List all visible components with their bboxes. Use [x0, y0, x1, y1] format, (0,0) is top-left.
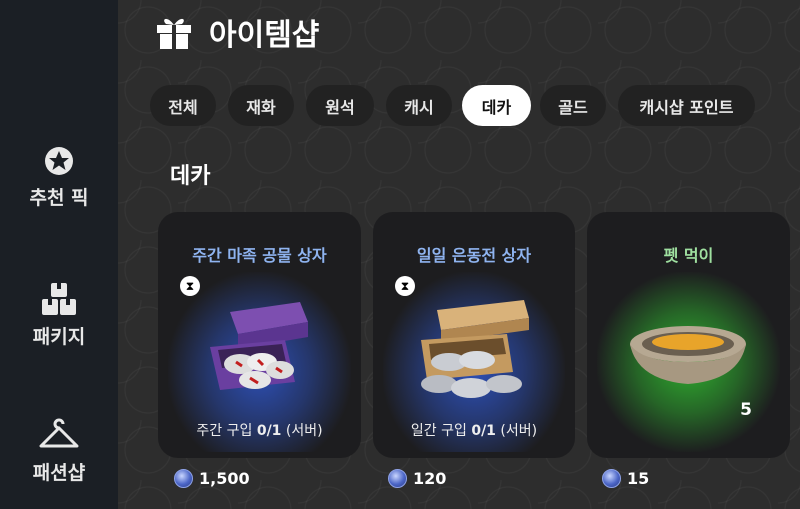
page-header: 아이템샵 — [155, 10, 319, 54]
hourglass-icon: ⧗ — [180, 276, 200, 296]
limit-suffix: (서버) — [281, 423, 323, 439]
tab-gem[interactable]: 원석 — [306, 85, 374, 126]
purchase-limit: 주간 구입 0/1 (서버) — [158, 420, 361, 440]
product-name: 일일 은동전 상자 — [416, 246, 532, 265]
silver-coin-box-image — [421, 300, 529, 398]
tab-label: 캐시 — [404, 97, 434, 117]
tab-cash[interactable]: 캐시 — [386, 85, 452, 126]
limit-suffix: (서버) — [495, 423, 538, 439]
product-card[interactable]: 일일 은동전 상자 ⧗ 일간 구입 0/1 (서버) — [373, 212, 575, 458]
deca-coin-icon — [388, 469, 407, 488]
purchase-limit: 일간 구입 0/1 (서버) — [373, 420, 575, 440]
product-card[interactable]: 주간 마족 공물 상자 ⧗ 주간 구입 0/1 (서버) — [158, 212, 361, 458]
limit-count: 0/1 — [256, 423, 282, 439]
price-value: 120 — [413, 469, 447, 488]
sidebar: 추천 픽 패키지 패션샵 — [0, 0, 118, 509]
pet-food-bowl-image — [630, 326, 746, 384]
deca-coin-icon — [602, 469, 621, 488]
tab-deca[interactable]: 데카 — [462, 85, 531, 126]
sidebar-item-recommended[interactable]: 추천 픽 — [0, 145, 118, 210]
tab-currency[interactable]: 재화 — [228, 85, 294, 126]
tab-label: 골드 — [558, 97, 588, 117]
limit-count: 0/1 — [471, 423, 496, 439]
section-title: 데카 — [170, 164, 211, 189]
tab-label: 데카 — [481, 97, 512, 117]
tab-label: 전체 — [168, 97, 198, 117]
price-value: 1,500 — [199, 469, 250, 488]
product-card[interactable]: 펫 먹이 5 — [587, 212, 790, 458]
price-tag: 15 — [602, 469, 649, 488]
tab-label: 재화 — [246, 97, 276, 117]
star-badge-icon — [45, 147, 73, 175]
deca-coin-icon — [174, 469, 193, 488]
sidebar-item-package[interactable]: 패키지 — [0, 282, 118, 349]
package-icon — [42, 283, 76, 315]
price-value: 15 — [627, 469, 650, 488]
tab-all[interactable]: 전체 — [150, 85, 216, 126]
tab-label: 원석 — [325, 97, 355, 117]
page-title: 아이템샵 — [209, 18, 320, 53]
tab-cashshop-point[interactable]: 캐시샵 포인트 — [618, 85, 755, 126]
price-tag: 120 — [388, 469, 446, 488]
sidebar-item-fashion[interactable]: 패션샵 — [0, 418, 118, 485]
product-name: 펫 먹이 — [663, 246, 714, 265]
sidebar-item-label: 추천 픽 — [29, 187, 89, 209]
tab-gold[interactable]: 골드 — [540, 85, 606, 126]
item-quantity: 5 — [740, 400, 752, 420]
limit-prefix: 주간 구입 — [196, 423, 257, 439]
limit-prefix: 일간 구입 — [410, 423, 472, 439]
product-name: 주간 마족 공물 상자 — [192, 246, 327, 265]
hanger-icon — [39, 418, 79, 448]
gift-icon — [157, 18, 191, 49]
price-tag: 1,500 — [174, 469, 250, 488]
tribute-box-image — [210, 302, 308, 390]
sidebar-item-label: 패션샵 — [32, 462, 86, 484]
tab-label: 캐시샵 포인트 — [639, 97, 734, 117]
sidebar-item-label: 패키지 — [32, 326, 86, 348]
